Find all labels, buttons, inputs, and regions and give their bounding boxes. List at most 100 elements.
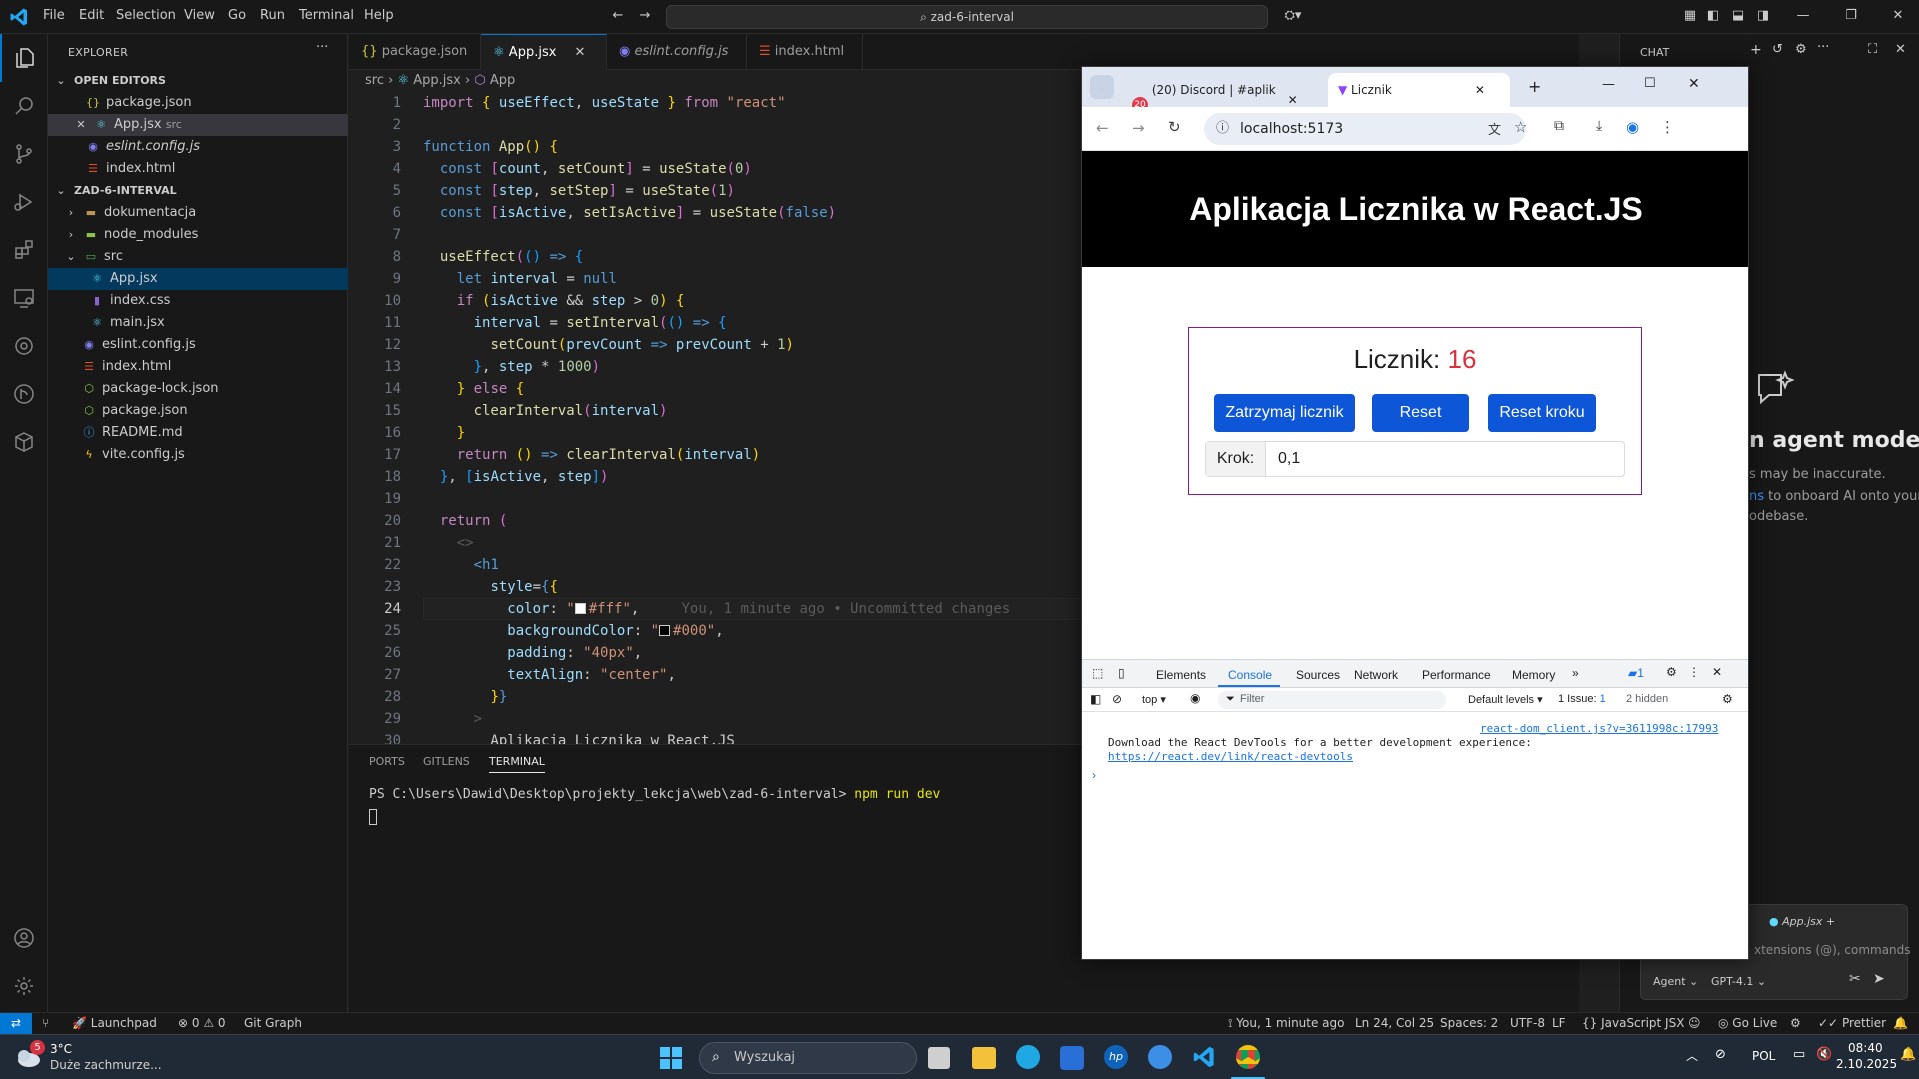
console-prompt-icon[interactable]: › [1092,768,1096,782]
back-arrow-icon[interactable]: ← [1096,119,1109,137]
profile-avatar-icon[interactable]: ◉ [1626,118,1639,136]
display-icon[interactable]: ▭ [1793,1047,1805,1062]
tree-item-app-jsx[interactable]: ⚛ App.jsx [48,268,348,290]
devtools-tab-performance[interactable]: Performance [1422,668,1491,682]
notifications-bell-icon[interactable]: 🔔 [1893,1016,1908,1030]
maximize-icon[interactable]: ☐ [1644,76,1656,91]
inspect-element-icon[interactable]: ⬚ [1092,666,1103,680]
console-filter-input[interactable]: ⏷ Filter [1218,691,1446,709]
open-editor-app-jsx[interactable]: ✕ ⚛ App.jsx src [48,114,348,136]
go-live-item[interactable]: ◎ Go Live [1718,1016,1777,1030]
python-idle-icon[interactable] [1148,1045,1172,1069]
address-bar[interactable]: ⓘ localhost:5173 [1204,113,1526,145]
tab-app-jsx[interactable]: ⚛ App.jsx ✕ [481,34,607,70]
more-tabs-icon[interactable]: » [1572,666,1579,680]
taskbar-search[interactable]: ⌕ Wyszukaj [699,1042,917,1074]
prettier-item[interactable]: ✓✓ Prettier [1818,1016,1886,1030]
devtools-settings-icon[interactable]: ⚙ [1666,665,1677,679]
breadcrumb-file[interactable]: App.jsx [413,73,461,88]
sidebar-toggle-icon[interactable]: ◧ [1090,692,1101,706]
reset-counter-button[interactable]: Reset licznika [1372,394,1469,459]
context-chip[interactable]: ● App.jsx + [1769,915,1835,928]
launchpad-item[interactable]: 🚀 Launchpad [72,1016,157,1030]
device-toggle-icon[interactable]: ▯ [1118,666,1125,680]
menu-edit[interactable]: Edit [79,8,104,23]
history-icon[interactable]: ↺ [1772,42,1783,57]
menu-view[interactable]: View [184,8,215,23]
close-icon[interactable]: ✕ [1895,42,1906,57]
devtools-tab-sources[interactable]: Sources [1296,668,1340,682]
forward-arrow-icon[interactable]: → [637,8,653,24]
mode-picker[interactable]: Agent ⌄ [1653,975,1698,988]
tree-item-package-json[interactable]: ⬡ package.json [48,400,348,422]
tree-item-index-html[interactable]: ☰ index.html [48,356,348,378]
tab-search-chevron-icon[interactable]: ⌄ [1090,75,1114,99]
remote-explorer-icon[interactable] [0,274,48,322]
windows-start-icon[interactable] [660,1047,682,1069]
source-link[interactable]: react-dom_client.js?v=3611998c:17993 [1480,722,1718,735]
console-settings-icon[interactable]: ⚙ [1722,692,1733,706]
project-header[interactable]: ⌄ ZAD-6-INTERVAL [48,180,348,202]
task-view-icon[interactable] [928,1047,950,1069]
bookmark-star-icon[interactable]: ☆ [1514,118,1527,136]
tools-icon[interactable]: ✂ [1849,971,1861,987]
open-editors-header[interactable]: ⌄ OPEN EDITORS [48,70,348,92]
browser-tab-licznik[interactable]: ▼ Licznik ✕ [1328,73,1510,107]
code-editor[interactable]: 1 import { useEffect, useState } from "re… [349,92,1089,744]
more-actions-icon[interactable]: ··· [316,40,328,55]
stop-counter-button[interactable]: Zatrzymaj licznik [1214,394,1355,432]
store-icon[interactable] [1060,1046,1084,1070]
search-icon[interactable] [0,82,48,130]
tab-package-json[interactable]: {} package.json [349,34,481,70]
minimize-icon[interactable]: — [1795,8,1811,24]
menu-terminal[interactable]: Terminal [299,8,354,23]
extensions-puzzle-icon[interactable]: ⧉ [1554,118,1564,134]
send-icon[interactable]: ➤ [1873,971,1885,987]
close-tab-icon[interactable]: ✕ [1475,83,1485,97]
copilot-status-icon[interactable]: ☺ [1688,1016,1701,1030]
vscode-icon[interactable] [1192,1045,1216,1069]
input-language[interactable]: POL [1752,1049,1775,1063]
forward-arrow-icon[interactable]: → [1132,119,1145,137]
site-info-icon[interactable]: ⓘ [1216,113,1229,145]
breadcrumb-symbol[interactable]: App [490,73,515,88]
minimize-icon[interactable]: — [1602,77,1615,92]
menu-help[interactable]: Help [364,8,394,23]
clock-date[interactable]: 2.10.2025 [1836,1057,1897,1071]
close-tab-icon[interactable]: ✕ [575,45,586,60]
settings-sync-icon[interactable]: ⚙ [1790,1016,1801,1030]
problems-item[interactable]: ⊗ 0 ⚠ 0 [178,1016,226,1030]
tree-item-readme[interactable]: ⓘ README.md [48,422,348,444]
weather-temp[interactable]: 3°C [50,1042,72,1056]
context-selector[interactable]: top ▾ [1142,693,1166,706]
panel-tab-terminal[interactable]: TERMINAL [489,755,545,773]
close-window-icon[interactable]: ✕ [1688,76,1700,92]
translate-icon[interactable]: 文 [1488,119,1501,138]
tree-item-eslint-config[interactable]: ◉ eslint.config.js [48,334,348,356]
model-picker[interactable]: GPT-4.1 ⌄ [1711,975,1766,988]
live-expression-eye-icon[interactable]: ◉ [1190,691,1200,705]
network-off-icon[interactable]: ⊘ [1715,1047,1726,1062]
close-tab-icon[interactable]: ✕ [1288,93,1298,107]
close-icon[interactable]: ✕ [74,114,88,136]
customize-layout-icon[interactable]: ▦ [1682,8,1698,24]
more-icon[interactable]: ··· [1817,40,1829,55]
run-debug-icon[interactable] [0,178,48,226]
restore-icon[interactable]: ❐ [1843,8,1859,24]
back-arrow-icon[interactable]: ← [610,8,626,24]
language-mode[interactable]: {} JavaScript JSX [1582,1016,1684,1030]
account-icon[interactable] [0,914,48,962]
devtools-link[interactable]: https://react.dev/link/react-devtools [1108,750,1353,763]
tree-item-dokumentacja[interactable]: › ▬ dokumentacja [48,202,348,224]
tree-item-index-css[interactable]: ▮ index.css [48,290,348,312]
browser-tab-discord[interactable]: 20 (20) Discord | #aplikacje- ✕ [1122,73,1320,113]
messages-badge[interactable]: ▰1 [1628,666,1644,680]
clear-console-icon[interactable]: ⊘ [1112,692,1122,706]
toggle-sidebar-icon[interactable]: ◧ [1705,8,1721,24]
breadcrumb-src[interactable]: src [365,73,384,88]
log-levels-dropdown[interactable]: Default levels ▾ [1468,693,1543,706]
tree-item-src[interactable]: ⌄ ▭ src [48,246,348,268]
tab-eslint-config[interactable]: ◉ eslint.config.js [607,34,747,70]
devtools-tab-memory[interactable]: Memory [1512,668,1555,682]
menu-go[interactable]: Go [228,8,246,23]
